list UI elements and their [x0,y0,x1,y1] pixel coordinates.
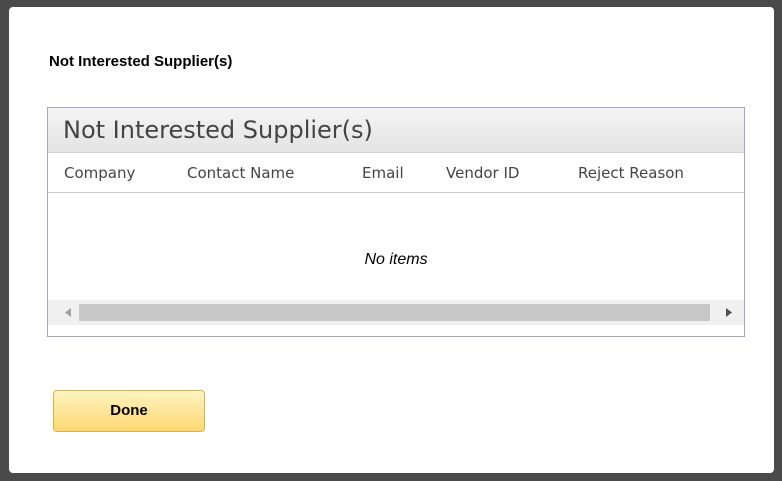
scroll-thumb[interactable] [79,304,710,321]
grid-title: Not Interested Supplier(s) [63,116,373,144]
column-header-reject-reason[interactable]: Reject Reason [578,164,684,182]
horizontal-scrollbar[interactable] [48,300,744,325]
empty-grid-message: No items [364,251,428,268]
chevron-right-icon[interactable] [719,300,739,325]
column-header-vendor-id[interactable]: Vendor ID [446,164,519,182]
grid-header: Not Interested Supplier(s) [48,108,744,153]
done-button[interactable]: Done [53,390,205,432]
column-header-email[interactable]: Email [362,164,404,182]
column-header-company[interactable]: Company [64,164,135,182]
not-interested-suppliers-dialog: Not Interested Supplier(s) Not Intereste… [9,7,774,473]
column-header-row: Company Contact Name Email Vendor ID Rej… [48,153,744,193]
column-header-contact-name[interactable]: Contact Name [187,164,294,182]
dialog-title: Not Interested Supplier(s) [49,53,233,70]
suppliers-grid: Not Interested Supplier(s) Company Conta… [47,107,745,337]
chevron-left-icon[interactable] [58,300,78,325]
